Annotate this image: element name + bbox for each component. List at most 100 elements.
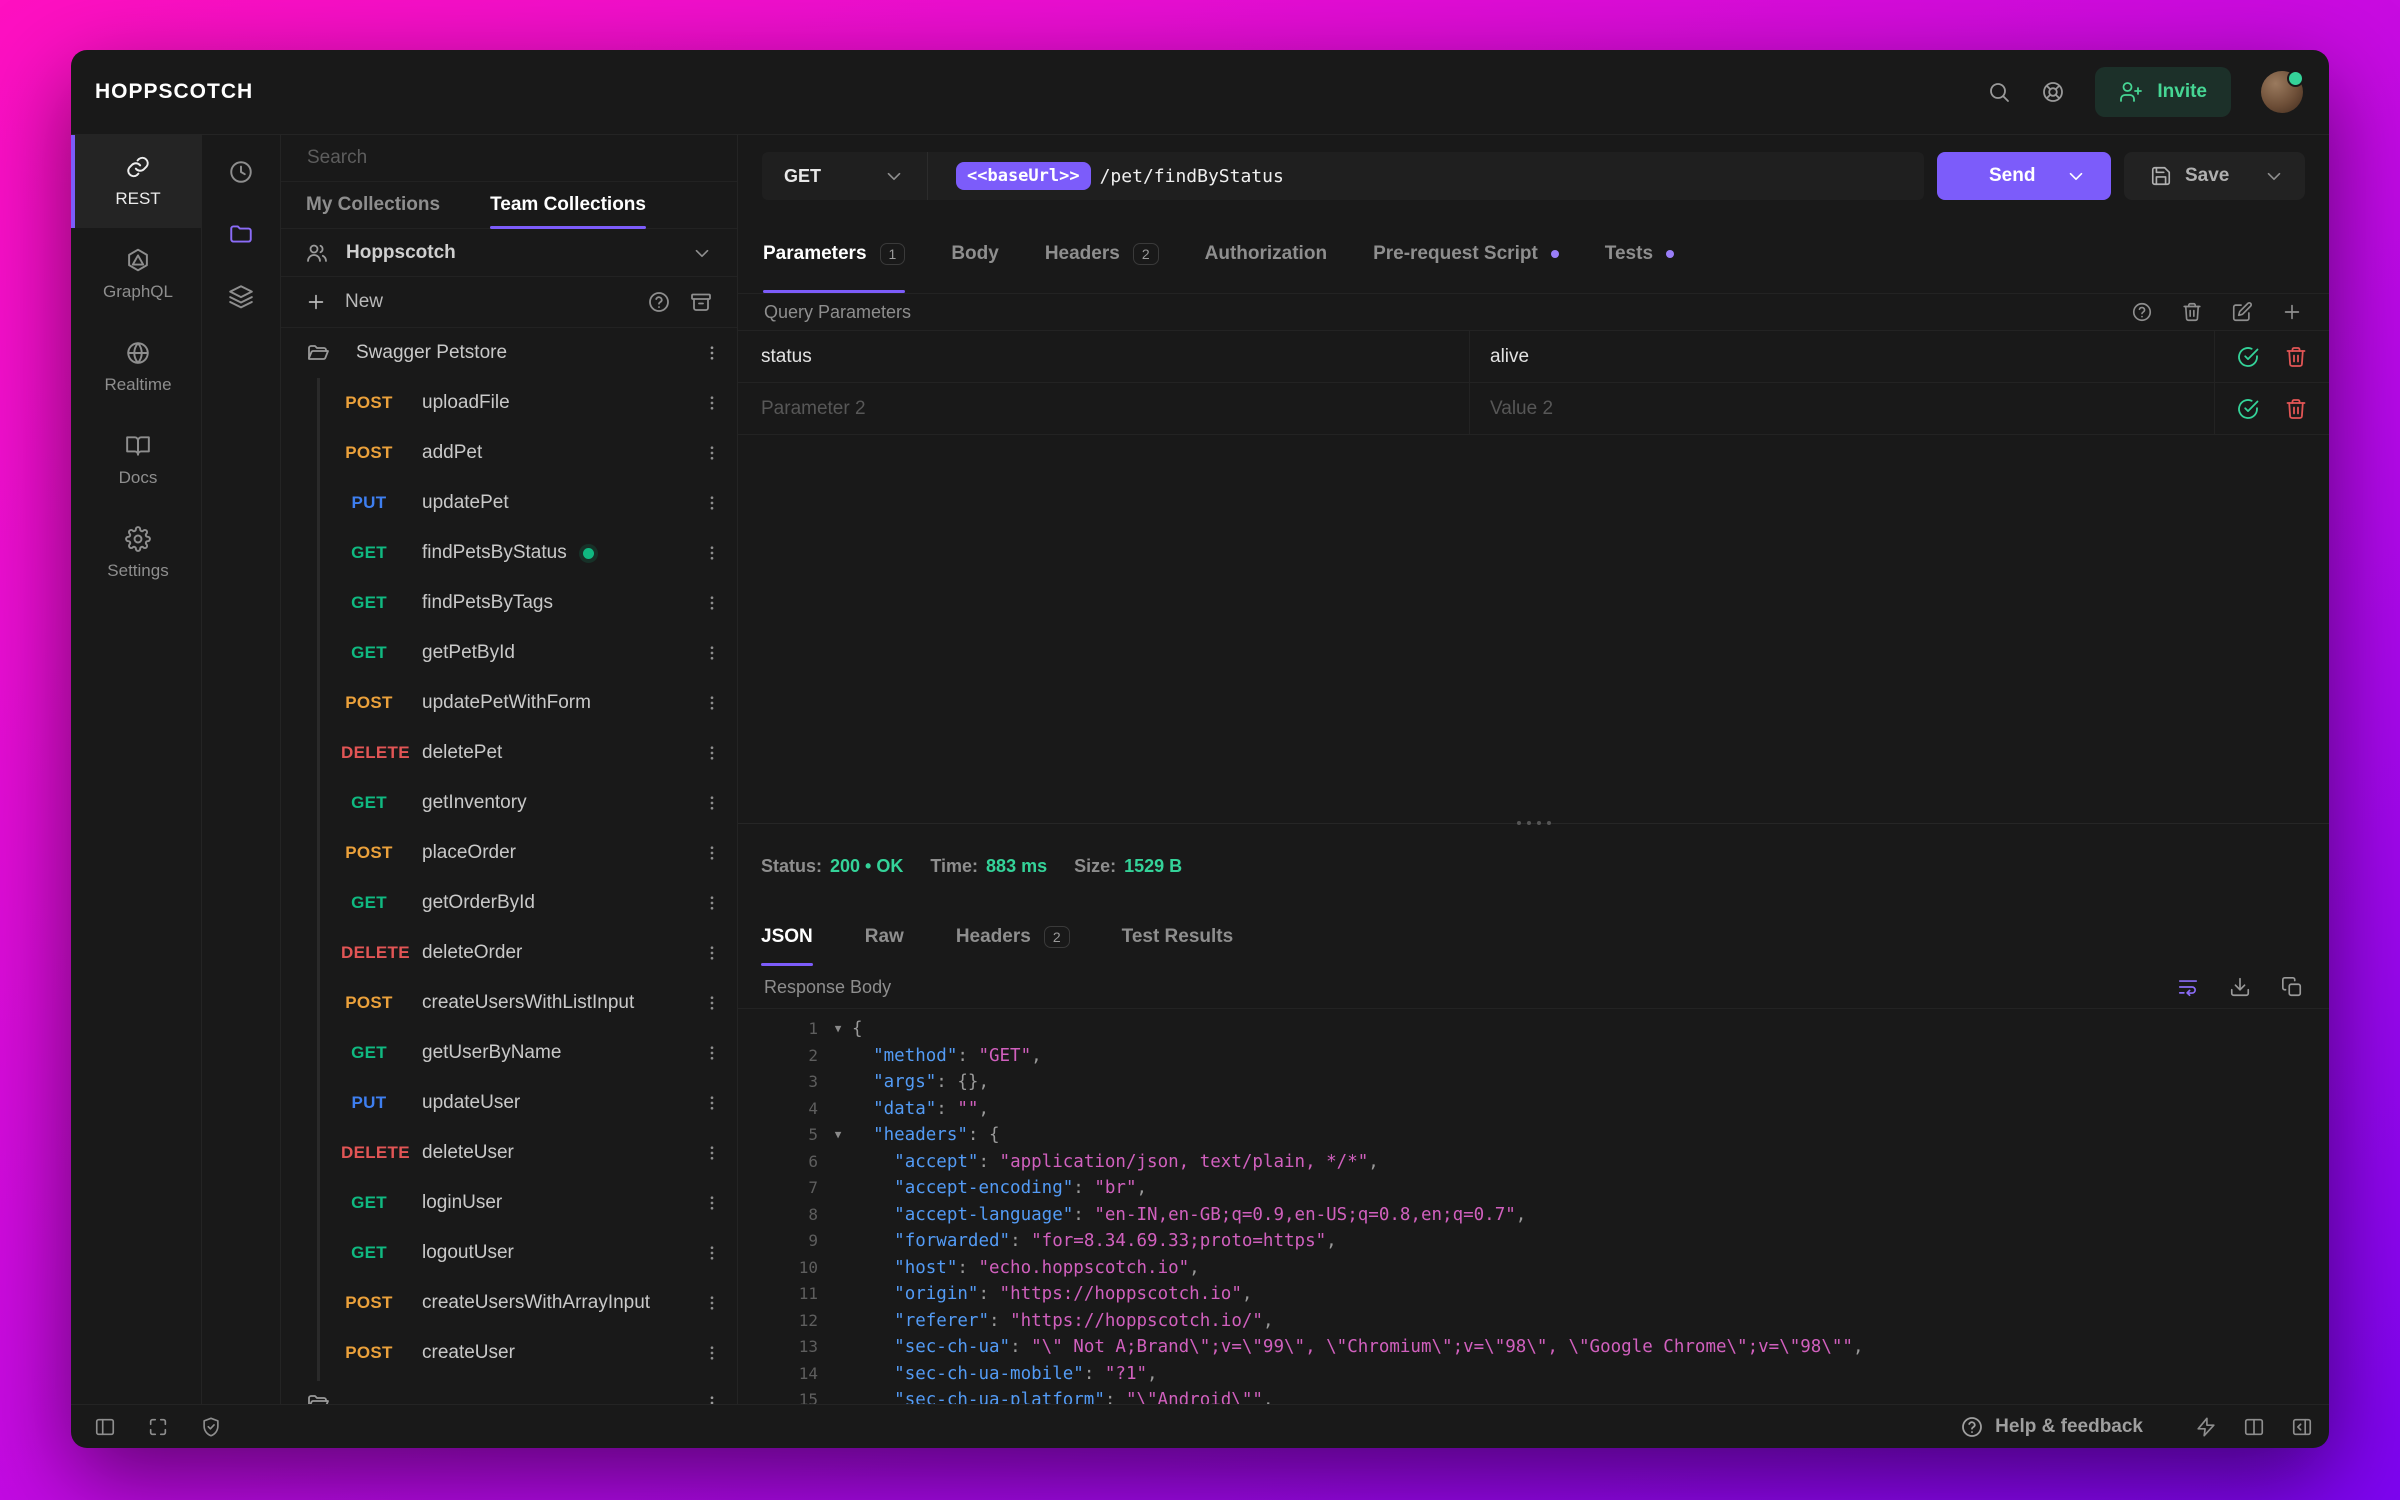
request-item[interactable]: POST uploadFile (281, 378, 737, 428)
kebab-menu-icon[interactable] (703, 594, 721, 612)
download-icon[interactable] (2229, 976, 2251, 998)
request-item[interactable]: DELETE deleteUser (281, 1128, 737, 1178)
tab-team-collections[interactable]: Team Collections (465, 182, 671, 229)
team-selector[interactable]: Hoppscotch (281, 229, 737, 277)
request-item[interactable]: GET getOrderById (281, 878, 737, 928)
request-item[interactable]: POST createUsersWithArrayInput (281, 1278, 737, 1328)
help-feedback-button[interactable]: Help & feedback (1960, 1415, 2143, 1439)
param-key-input[interactable]: Parameter 2 (738, 383, 1470, 434)
sidebar-item-rest[interactable]: REST (71, 135, 201, 228)
url-input[interactable]: <<baseUrl>> /pet/findByStatus (928, 152, 1924, 200)
invite-button[interactable]: Invite (2095, 67, 2231, 117)
request-item[interactable]: DELETE deleteOrder (281, 928, 737, 978)
kebab-menu-icon[interactable] (703, 544, 721, 562)
tab-json[interactable]: JSON (761, 908, 813, 966)
request-item[interactable]: GET loginUser (281, 1178, 737, 1228)
request-item[interactable]: POST addPet (281, 428, 737, 478)
param-enabled-icon[interactable] (2236, 345, 2260, 369)
kebab-menu-icon[interactable] (703, 494, 721, 512)
kebab-menu-icon[interactable] (703, 894, 721, 912)
kebab-menu-icon[interactable] (703, 744, 721, 762)
baseurl-chip[interactable]: <<baseUrl>> (956, 162, 1091, 190)
collapse-right-panel-icon[interactable] (2291, 1416, 2313, 1438)
tab-tests[interactable]: Tests (1605, 214, 1675, 293)
request-item[interactable]: PUT updatePet (281, 478, 737, 528)
send-button[interactable]: Send (1937, 152, 2111, 200)
kebab-menu-icon[interactable] (703, 1294, 721, 1312)
kebab-menu-icon[interactable] (703, 1044, 721, 1062)
kebab-menu-icon[interactable] (703, 944, 721, 962)
kebab-menu-icon[interactable] (703, 844, 721, 862)
kebab-menu-icon[interactable] (703, 794, 721, 812)
request-item[interactable]: POST createUser (281, 1328, 737, 1378)
tab-test-results[interactable]: Test Results (1122, 908, 1234, 966)
search-icon[interactable] (1987, 80, 2011, 104)
sidebar-item-graphql[interactable]: GraphQL (71, 228, 201, 321)
folder-icon[interactable] (228, 221, 254, 247)
tab-pre-request-script[interactable]: Pre-request Script (1373, 214, 1559, 293)
method-select[interactable]: GET (762, 152, 928, 200)
sidebar-item-docs[interactable]: Docs (71, 414, 201, 507)
request-item[interactable]: GET getUserByName (281, 1028, 737, 1078)
param-value-input[interactable]: alive (1470, 331, 2215, 382)
plus-icon[interactable] (305, 291, 327, 313)
request-item[interactable]: PUT updateUser (281, 1078, 737, 1128)
help-icon[interactable] (2131, 301, 2153, 323)
request-item[interactable]: GET logoutUser (281, 1228, 737, 1278)
toggle-sidebar-icon[interactable] (94, 1416, 116, 1438)
kebab-menu-icon[interactable] (703, 994, 721, 1012)
sidebar-item-realtime[interactable]: Realtime (71, 321, 201, 414)
clock-icon[interactable] (228, 159, 254, 185)
param-delete-icon[interactable] (2284, 397, 2308, 421)
help-icon[interactable] (647, 290, 671, 314)
request-item[interactable]: GET findPetsByTags (281, 578, 737, 628)
kebab-menu-icon[interactable] (703, 444, 721, 462)
kebab-menu-icon[interactable] (703, 694, 721, 712)
tab-headers[interactable]: Headers 2 (1045, 214, 1159, 293)
save-button[interactable]: Save (2124, 152, 2305, 200)
kebab-menu-icon[interactable] (703, 1094, 721, 1112)
request-item[interactable]: POST placeOrder (281, 828, 737, 878)
request-item[interactable]: POST updatePetWithForm (281, 678, 737, 728)
tab-parameters[interactable]: Parameters 1 (763, 214, 906, 293)
param-value-input[interactable]: Value 2 (1470, 383, 2215, 434)
new-collection-button[interactable]: New (345, 291, 383, 313)
request-item[interactable]: DELETE deletePet (281, 728, 737, 778)
archive-icon[interactable] (689, 290, 713, 314)
request-item[interactable]: GET getPetById (281, 628, 737, 678)
kebab-menu-icon[interactable] (703, 1344, 721, 1362)
request-item[interactable]: GET getInventory (281, 778, 737, 828)
fold-arrow-icon[interactable]: ▼ (824, 1016, 852, 1043)
param-enabled-icon[interactable] (2236, 397, 2260, 421)
sidebar-item-settings[interactable]: Settings (71, 507, 201, 600)
param-key-input[interactable]: status (738, 331, 1470, 382)
kebab-menu-icon[interactable] (703, 1144, 721, 1162)
chevron-down-icon[interactable] (2263, 165, 2285, 187)
kebab-menu-icon[interactable] (703, 1394, 721, 1404)
delete-all-icon[interactable] (2181, 301, 2203, 323)
kebab-menu-icon[interactable] (703, 644, 721, 662)
wrap-lines-icon[interactable] (2177, 976, 2199, 998)
column-layout-icon[interactable] (2243, 1416, 2265, 1438)
kebab-menu-icon[interactable] (703, 344, 721, 362)
tab-body[interactable]: Body (951, 214, 999, 293)
param-delete-icon[interactable] (2284, 345, 2308, 369)
collection-folder[interactable]: Swagger Petstore (281, 328, 737, 378)
fold-arrow-icon[interactable]: ▼ (824, 1122, 852, 1149)
interceptor-icon[interactable] (200, 1416, 222, 1438)
bulk-edit-icon[interactable] (2231, 301, 2253, 323)
tab-raw[interactable]: Raw (865, 908, 904, 966)
avatar[interactable] (2261, 70, 2304, 113)
tab-my-collections[interactable]: My Collections (281, 182, 465, 228)
chevron-down-icon[interactable] (2065, 165, 2087, 187)
kebab-menu-icon[interactable] (703, 1244, 721, 1262)
kebab-menu-icon[interactable] (703, 1194, 721, 1212)
tab-authorization[interactable]: Authorization (1205, 214, 1327, 293)
shortcuts-icon[interactable] (2195, 1416, 2217, 1438)
pane-splitter[interactable] (738, 821, 2329, 825)
expand-icon[interactable] (147, 1416, 169, 1438)
chevron-down-icon[interactable] (691, 242, 713, 264)
collection-folder[interactable] (281, 1378, 737, 1404)
tab-headers[interactable]: Headers 2 (956, 908, 1070, 966)
kebab-menu-icon[interactable] (703, 394, 721, 412)
